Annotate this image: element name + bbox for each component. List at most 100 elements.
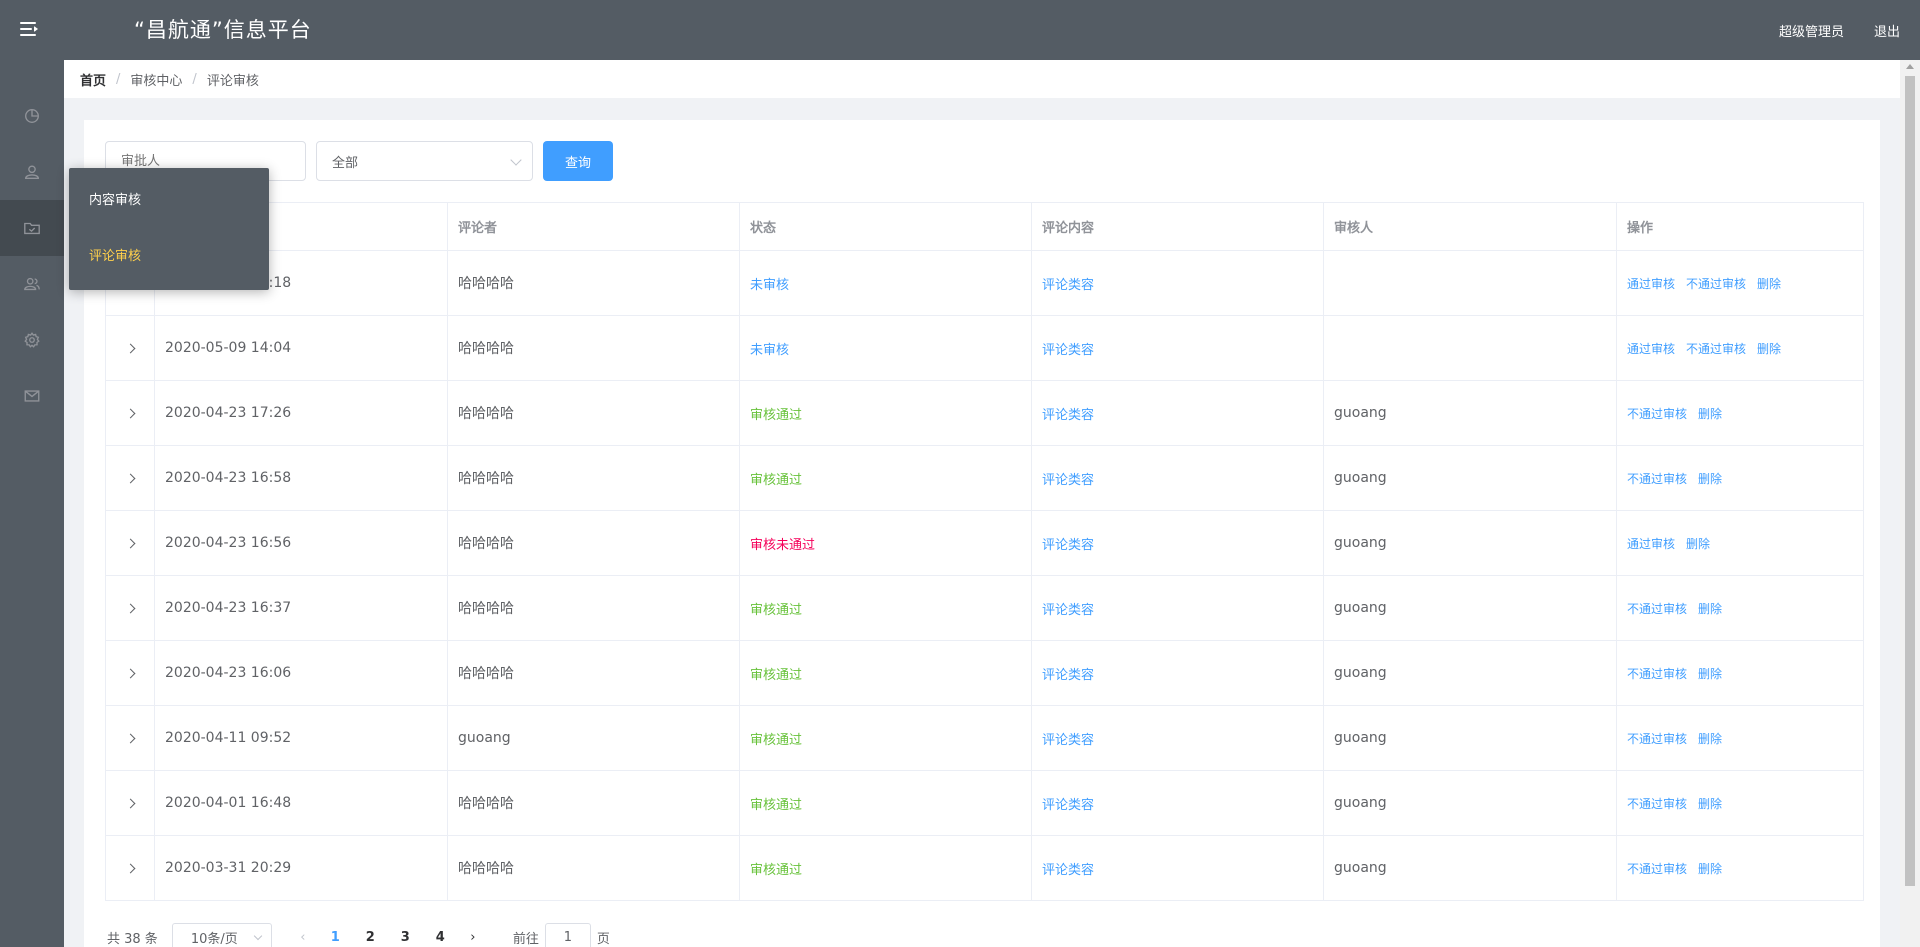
cell-content-link[interactable]: 评论类容 [1032,706,1324,770]
main-content: 首页 / 审核中心 / 评论审核 全部 查询 评论者 状态 评论内容 审核人 操… [64,60,1900,947]
chevron-right-icon [125,668,135,678]
row-action-button[interactable]: 不通过审核 [1627,860,1687,877]
row-action-button[interactable]: 删除 [1757,340,1781,357]
gear-icon [24,332,40,348]
top-header: “昌航通”信息平台 超级管理员 退出 [0,0,1920,60]
cell-actions: 不通过审核 删除 [1617,641,1864,705]
row-action-button[interactable]: 删除 [1698,795,1722,812]
page-number[interactable]: 4 [423,930,458,945]
cell-approver: guoang [1324,706,1617,770]
cell-commenter: 哈哈哈哈 [448,381,740,445]
row-action-button[interactable]: 删除 [1698,470,1722,487]
next-page-button[interactable]: › [458,930,488,945]
status-select[interactable]: 全部 [316,141,533,181]
page-number[interactable]: 3 [388,930,423,945]
expand-row-toggle[interactable] [106,576,155,640]
audit-submenu-popup: 内容审核 评论审核 [69,168,269,290]
prev-page-button[interactable]: ‹ [288,930,318,945]
cell-status: 审核通过 [740,836,1032,900]
table-row: 2020-04-23 16:06 哈哈哈哈 审核通过 评论类容 guoang 不通过审核删… [106,641,1864,706]
goto-page-input[interactable] [544,923,591,947]
row-action-button[interactable]: 删除 [1686,535,1710,552]
expand-row-toggle[interactable] [106,641,155,705]
comment-table: 评论者 状态 评论内容 审核人 操作 2020-05-09 14:18哈哈哈哈未… [105,202,1864,901]
row-action-button[interactable]: 不通过审核 [1627,730,1687,747]
cell-actions: 通过审核 不通过审核 删除 [1617,316,1864,380]
chevron-right-icon [125,343,135,353]
chevron-down-icon [510,154,522,166]
chevron-right-icon [125,538,135,548]
row-action-button[interactable]: 不通过审核 [1627,795,1687,812]
row-action-button[interactable]: 通过审核 [1627,535,1675,552]
row-action-button[interactable]: 不通过审核 [1686,340,1746,357]
cell-commenter: guoang [448,706,740,770]
row-action-button[interactable]: 删除 [1698,600,1722,617]
row-action-button[interactable]: 不通过审核 [1627,470,1687,487]
row-action-button[interactable]: 删除 [1698,665,1722,682]
cell-content-link[interactable]: 评论类容 [1032,576,1324,640]
breadcrumb-home[interactable]: 首页 [80,70,106,89]
column-header-status: 状态 [740,203,1032,250]
cell-content-link[interactable]: 评论类容 [1032,446,1324,510]
status-select-value: 全部 [332,155,359,171]
row-action-button[interactable]: 不通过审核 [1686,275,1746,292]
expand-row-toggle[interactable] [106,836,155,900]
page-number[interactable]: 2 [353,930,388,945]
sidebar [0,60,64,947]
row-action-button[interactable]: 通过审核 [1627,275,1675,292]
cell-content-link[interactable]: 评论类容 [1032,771,1324,835]
expand-row-toggle[interactable] [106,316,155,380]
row-action-button[interactable]: 不通过审核 [1627,600,1687,617]
column-header-commenter: 评论者 [448,203,740,250]
column-header-content: 评论内容 [1032,203,1324,250]
chevron-right-icon [125,408,135,418]
cell-content-link[interactable]: 评论类容 [1032,316,1324,380]
sidebar-item-messages[interactable] [0,368,64,424]
cell-time: 2020-05-09 14:04 [155,316,448,380]
row-action-button[interactable]: 不通过审核 [1627,405,1687,422]
cell-content-link[interactable]: 评论类容 [1032,641,1324,705]
cell-actions: 不通过审核 删除 [1617,446,1864,510]
submenu-item-content-audit[interactable]: 内容审核 [69,173,269,229]
user-role-link[interactable]: 超级管理员 [1779,21,1844,40]
row-action-button[interactable]: 删除 [1698,405,1722,422]
page-scrollbar[interactable] [1900,60,1920,947]
sidebar-item-user[interactable] [0,144,64,200]
query-button[interactable]: 查询 [543,141,613,181]
sidebar-item-settings[interactable] [0,312,64,368]
cell-status: 审核通过 [740,771,1032,835]
cell-content-link[interactable]: 评论类容 [1032,836,1324,900]
table-body: 2020-05-09 14:18哈哈哈哈未审核评论类容通过审核不通过审核删除20… [106,251,1864,901]
logout-link[interactable]: 退出 [1874,21,1900,40]
expand-row-toggle[interactable] [106,446,155,510]
cell-time: 2020-04-23 16:58 [155,446,448,510]
sidebar-item-users[interactable] [0,256,64,312]
table-row: 2020-04-23 16:58 哈哈哈哈 审核通过 评论类容 guoang 不通过审核删… [106,446,1864,511]
row-action-button[interactable]: 删除 [1698,730,1722,747]
cell-content-link[interactable]: 评论类容 [1032,381,1324,445]
expand-row-toggle[interactable] [106,706,155,770]
content-card: 全部 查询 评论者 状态 评论内容 审核人 操作 2020-05-09 14:1… [84,120,1880,947]
table-header-row: 评论者 状态 评论内容 审核人 操作 [106,203,1864,251]
sidebar-item-dashboard[interactable] [0,88,64,144]
sidebar-item-audit[interactable] [0,200,64,256]
cell-actions: 通过审核 不通过审核 删除 [1617,251,1864,315]
expand-row-toggle[interactable] [106,381,155,445]
app-title: “昌航通”信息平台 [134,18,312,42]
menu-toggle-icon[interactable] [18,18,40,40]
cell-time: 2020-04-11 09:52 [155,706,448,770]
row-action-button[interactable]: 删除 [1698,860,1722,877]
pagination: 共 38 条 10条/页 ‹ 1 2 3 4 › 前往 页 [107,922,610,947]
expand-row-toggle[interactable] [106,771,155,835]
cell-content-link[interactable]: 评论类容 [1032,511,1324,575]
row-action-button[interactable]: 删除 [1757,275,1781,292]
page-number[interactable]: 1 [318,930,353,945]
row-action-button[interactable]: 通过审核 [1627,340,1675,357]
submenu-item-comment-audit[interactable]: 评论审核 [69,229,269,285]
row-action-button[interactable]: 不通过审核 [1627,665,1687,682]
page-size-select[interactable]: 10条/页 [171,923,272,947]
scroll-up-arrow-icon[interactable] [1906,64,1914,69]
scroll-thumb[interactable] [1905,76,1915,886]
cell-content-link[interactable]: 评论类容 [1032,251,1324,315]
expand-row-toggle[interactable] [106,511,155,575]
